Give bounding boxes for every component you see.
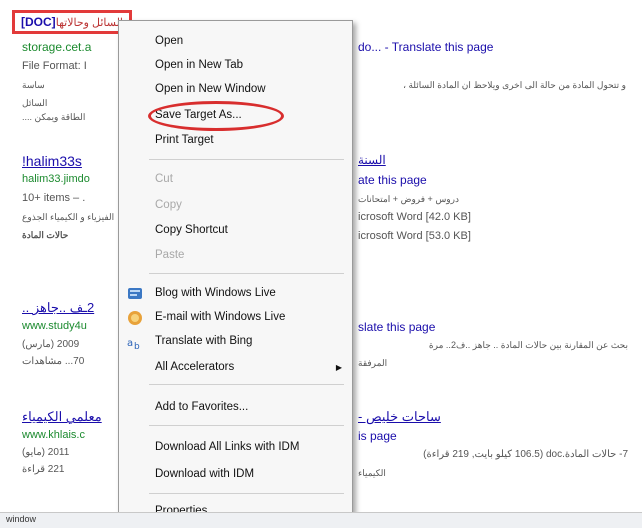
menu-item-copy-shortcut[interactable]: Copy Shortcut [155,224,228,236]
items-count: 10+ items – . [22,192,86,204]
snippet-line: 7- حالات المادة.doc (106.5 كيلو بايت, 21… [423,449,628,460]
result-views: 221 قراءة [22,464,65,475]
snippet-line: و تتحول المادة من حالة الى اخرى ويلاحظ ا… [403,80,626,90]
word-file-link[interactable]: icrosoft Word [53.0 KB] [358,230,471,242]
translate-link[interactable]: is page [358,429,397,443]
translate-icon: a b [127,338,140,350]
menu-item-open-new-tab[interactable]: Open in New Tab [155,59,243,71]
translate-link[interactable]: do... - Translate this page [358,40,493,54]
translate-link[interactable]: slate this page [358,320,435,334]
menu-item-print-target[interactable]: Print Target [155,134,214,146]
menu-separator [149,273,344,274]
status-text: window [6,514,37,524]
snippet-line: الفيزياء و الكيمياء الجذوع [22,212,115,222]
menu-item-download-idm[interactable]: Download with IDM [155,468,254,480]
file-format: File Format: I [22,60,87,72]
translate-link[interactable]: ate this page [358,173,427,187]
menu-item-cut: Cut [155,173,173,185]
menu-separator [149,384,344,385]
menu-item-add-favorites[interactable]: Add to Favorites... [155,401,248,413]
word-file-link[interactable]: icrosoft Word [42.0 KB] [358,211,471,223]
menu-item-paste: Paste [155,249,185,261]
submenu-arrow-icon: ▶ [335,363,342,372]
arabic-title: السائل وحالاتها [55,17,123,29]
windows-live-icon [128,288,142,299]
menu-separator [149,493,344,494]
result-title-link[interactable]: 2ـف ..جاهز .. [22,300,94,316]
menu-item-open-new-window[interactable]: Open in New Window [155,83,266,95]
snippet-line: بحث عن المقارنة بين حالات المادة .. جاهز… [428,340,628,350]
result-date: 2009 (مارس) [22,339,80,350]
result-url[interactable]: www.study4u [22,320,87,332]
snippet-line: الكيمياء [358,468,386,478]
svg-text:a: a [127,338,133,349]
snippet-fragment: السائل [22,98,48,108]
status-bar: window [0,512,642,528]
context-menu: Open Open in New Tab Open in New Window … [118,20,353,527]
menu-item-translate-bing[interactable]: Translate with Bing [155,335,252,347]
menu-item-all-accelerators[interactable]: All Accelerators [155,361,234,373]
svg-text:b: b [134,342,140,350]
menu-separator [149,159,344,160]
result-title-link[interactable]: !halim33s [22,153,82,169]
menu-item-download-all-links-idm[interactable]: Download All Links with IDM [155,441,299,453]
result-title-link[interactable]: معلمي الكيمياء [22,409,102,425]
result-title-link[interactable]: السنة [358,153,386,167]
snippet-line: المرفقة [358,358,388,368]
result-title-link[interactable]: ساحات خليص - [358,409,441,425]
highlight-oval [148,101,284,131]
email-icon [128,311,142,325]
menu-item-blog-windows-live[interactable]: Blog with Windows Live [155,287,276,299]
result-url[interactable]: storage.cet.a [22,40,91,54]
result-url[interactable]: halim33.jimdo [22,173,90,185]
menu-item-email-windows-live[interactable]: E-mail with Windows Live [155,311,285,323]
result-date: 2011 (مايو) [22,447,70,458]
menu-separator [149,425,344,426]
menu-item-open[interactable]: Open [155,35,183,47]
result-url[interactable]: www.khlais.c [22,429,85,441]
snippet-line: حالات المادة [22,230,69,240]
snippet-line: الطاقة ويمكن .... [22,112,86,122]
doc-tag: [DOC] [21,15,56,29]
snippet-fragment: ساسة [22,80,45,90]
result-views: 70... مشاهدات [22,356,85,367]
highlighted-result-title[interactable]: [DOC] السائل وحالاتها [12,10,132,34]
snippet-line: دروس + فروض + امتحانات [358,194,460,204]
menu-item-copy: Copy [155,199,182,211]
